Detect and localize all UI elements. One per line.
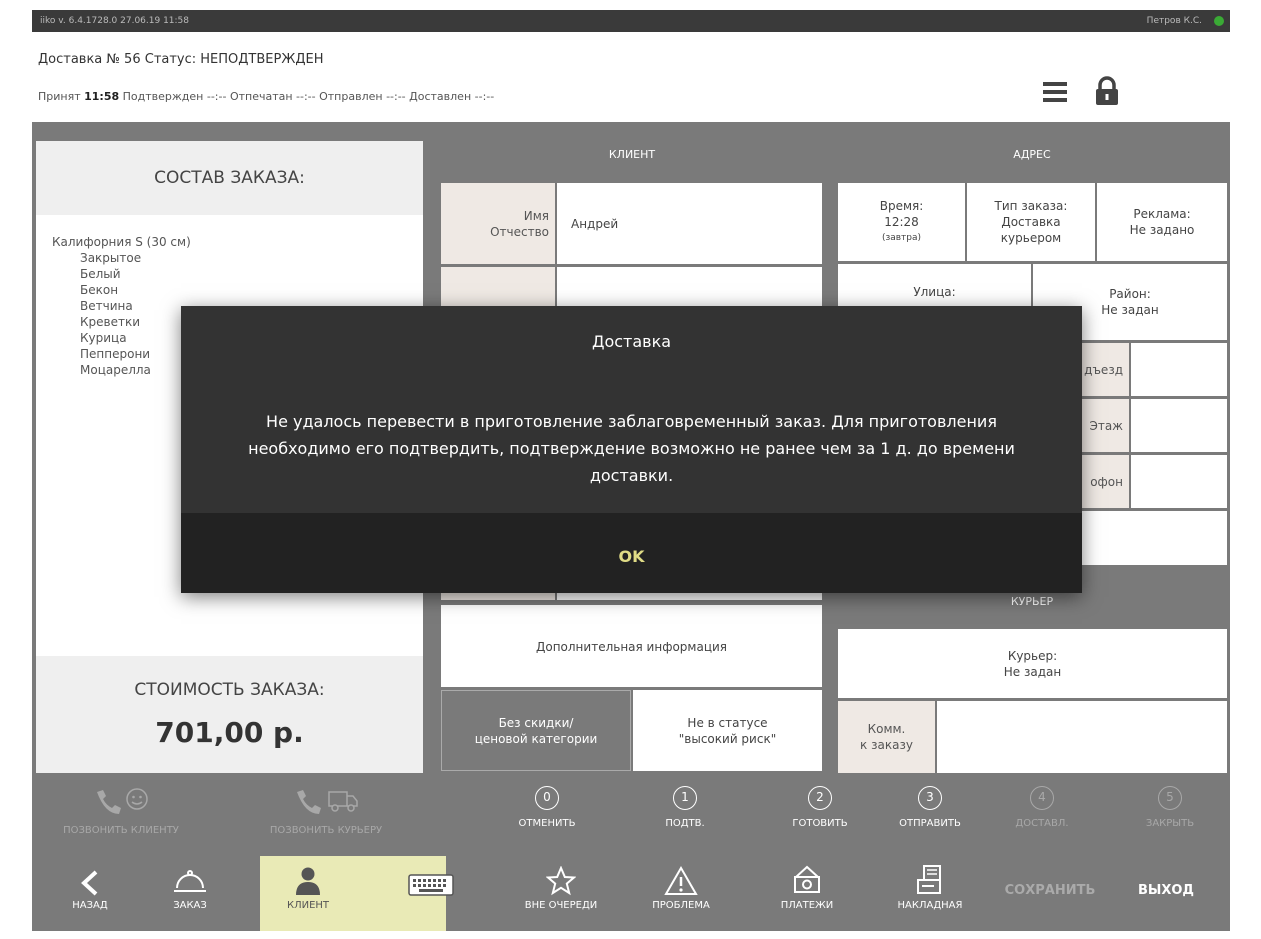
- ok-label: OK: [618, 547, 645, 566]
- dialog-ok-button[interactable]: OK: [181, 513, 1082, 593]
- dialog-message: Не удалось перевести в приготовление заб…: [248, 412, 1015, 485]
- delivery-dialog: Доставка Не удалось перевести в приготов…: [181, 306, 1082, 593]
- dialog-title: Доставка: [591, 332, 672, 351]
